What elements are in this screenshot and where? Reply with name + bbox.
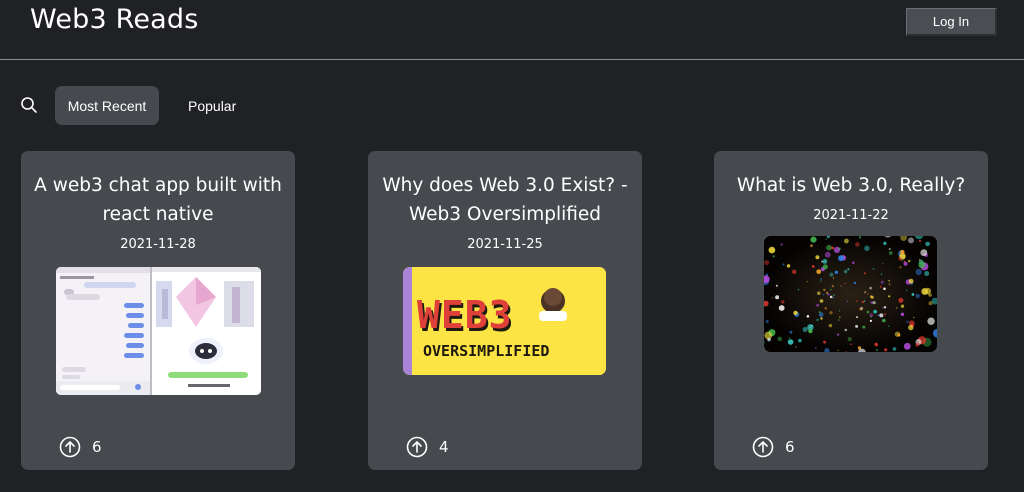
post-title[interactable]: Why does Web 3.0 Exist? - Web3 Oversimpl… xyxy=(378,171,632,229)
upvote-count: 6 xyxy=(92,438,102,456)
search-icon[interactable] xyxy=(20,96,38,114)
colorful-bokeh-particles xyxy=(764,236,937,352)
filter-bar: Most Recent Popular xyxy=(0,84,1024,126)
upvote-icon[interactable] xyxy=(406,436,428,458)
post-thumbnail[interactable] xyxy=(764,236,937,352)
svg-text:OVERSIMPLIFIED: OVERSIMPLIFIED xyxy=(423,342,549,360)
post-thumbnail[interactable]: WEB3 WEB3 OVERSIMPLIFIED xyxy=(403,267,606,375)
tab-popular[interactable]: Popular xyxy=(176,86,248,125)
upvote-count: 6 xyxy=(785,438,795,456)
svg-text:WEB3: WEB3 xyxy=(417,293,513,337)
post-date: 2021-11-25 xyxy=(467,237,543,252)
post-title[interactable]: What is Web 3.0, Really? xyxy=(724,171,978,200)
upvote: 4 xyxy=(406,436,449,458)
chat-app-screenshot xyxy=(56,267,261,395)
post-thumbnail[interactable] xyxy=(56,267,261,395)
upvote-icon[interactable] xyxy=(59,436,81,458)
post-date: 2021-11-28 xyxy=(120,237,196,252)
post-card[interactable]: What is Web 3.0, Really? 2021-11-22 6 xyxy=(714,151,988,470)
login-button[interactable]: Log In xyxy=(906,8,997,36)
tab-most-recent[interactable]: Most Recent xyxy=(55,86,159,125)
web3-oversimplified-banner: WEB3 WEB3 OVERSIMPLIFIED xyxy=(403,267,606,375)
upvote: 6 xyxy=(752,436,795,458)
post-date: 2021-11-22 xyxy=(813,208,889,223)
app-title: Web3 Reads xyxy=(30,4,199,35)
post-card[interactable]: A web3 chat app built with react native … xyxy=(21,151,295,470)
app-header: Web3 Reads Log In xyxy=(0,0,1024,60)
upvote: 6 xyxy=(59,436,102,458)
post-card[interactable]: Why does Web 3.0 Exist? - Web3 Oversimpl… xyxy=(368,151,642,470)
upvote-count: 4 xyxy=(439,438,449,456)
post-title[interactable]: A web3 chat app built with react native xyxy=(31,171,285,229)
upvote-icon[interactable] xyxy=(752,436,774,458)
